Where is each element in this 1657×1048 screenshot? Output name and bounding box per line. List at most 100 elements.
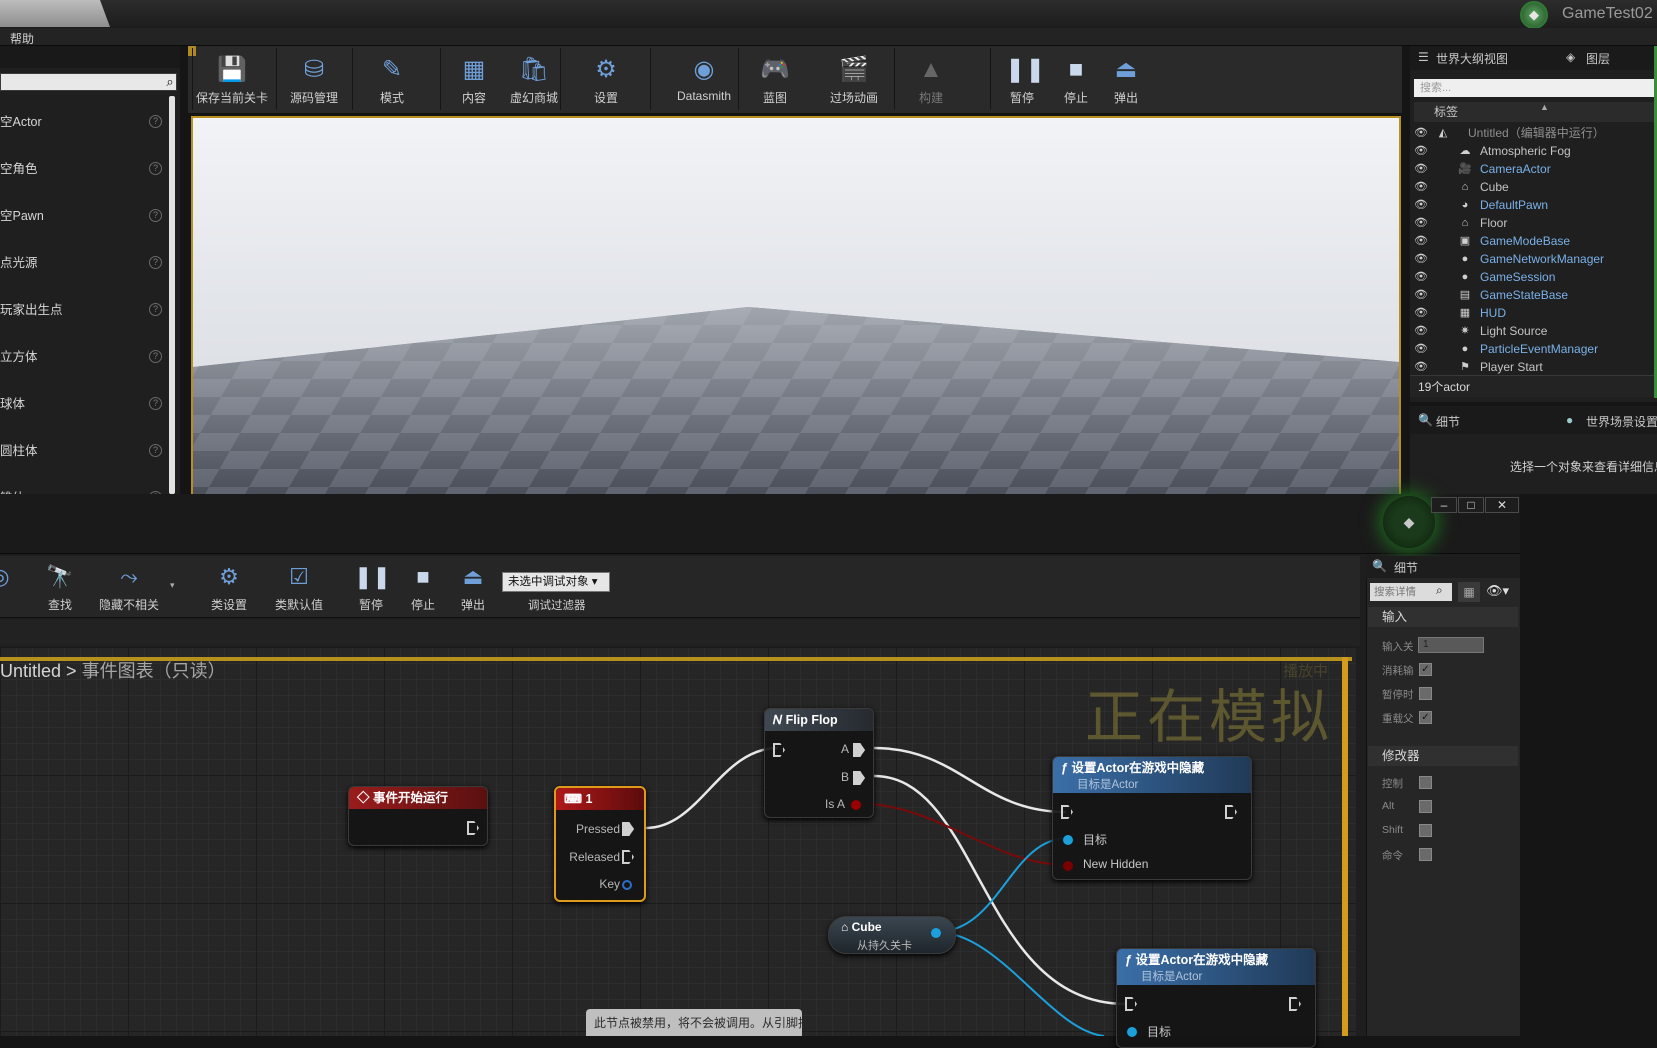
outliner-search-input[interactable]: 搜索... <box>1414 79 1657 97</box>
sort-arrow-icon[interactable]: ▲ <box>1540 102 1549 112</box>
bp-toolbar-button[interactable]: ⏏ 弹出 <box>454 558 492 616</box>
outliner-row[interactable]: 👁 ◕ DefaultPawn <box>1414 196 1657 214</box>
outliner-row[interactable]: 👁 ☁ Atmospheric Fog <box>1414 142 1657 160</box>
outliner-row[interactable]: 👁 ⌂ Floor <box>1414 214 1657 232</box>
toolbar-button[interactable]: 💾 保存当前关卡 <box>196 50 268 110</box>
help-icon[interactable]: ? <box>149 350 162 363</box>
minimize-button[interactable]: – <box>1431 497 1457 513</box>
visibility-eye-icon[interactable]: 👁 <box>1414 304 1428 322</box>
section-modifiers[interactable]: 修改器 <box>1368 746 1518 766</box>
visibility-eye-icon[interactable]: 👁 <box>1414 214 1428 232</box>
property-checkbox[interactable] <box>1419 848 1432 861</box>
outliner-row[interactable]: 👁 ▤ GameStateBase <box>1414 286 1657 304</box>
chevron-down-icon[interactable]: ▾ <box>170 580 175 591</box>
bool-is-a-pin[interactable] <box>851 800 861 810</box>
place-item[interactable]: 空Actor? <box>0 112 166 132</box>
visibility-eye-icon[interactable]: 👁 <box>1414 340 1428 358</box>
section-input[interactable]: 输入 <box>1368 607 1518 627</box>
tab-layers[interactable]: 图层 <box>1586 50 1610 67</box>
place-item[interactable]: 空Pawn? <box>0 206 166 226</box>
visibility-eye-icon[interactable]: 👁 <box>1414 250 1428 268</box>
outliner-row[interactable]: 👁 ● GameSession <box>1414 268 1657 286</box>
exec-in-pin[interactable] <box>1061 805 1073 819</box>
place-item[interactable]: 玩家出生点? <box>0 300 166 320</box>
tab-world-outliner[interactable]: 世界大纲视图 <box>1436 50 1508 67</box>
help-icon[interactable]: ? <box>149 256 162 269</box>
visibility-eye-icon[interactable]: 👁 <box>1414 232 1428 250</box>
help-icon[interactable]: ? <box>149 444 162 457</box>
close-button[interactable]: ✕ <box>1485 497 1519 513</box>
bp-toolbar-button[interactable]: ☑ 类默认值 <box>268 558 330 616</box>
property-checkbox[interactable] <box>1419 687 1432 700</box>
tab-world-settings[interactable]: 世界场景设置 <box>1586 413 1657 430</box>
toolbar-button[interactable]: 🎮 蓝图 <box>752 50 798 110</box>
outliner-row[interactable]: 👁 ▦ HUD <box>1414 304 1657 322</box>
eye-icon[interactable]: 👁▾ <box>1486 583 1509 599</box>
toolbar-button[interactable]: 🎬 过场动画 <box>818 50 890 110</box>
property-checkbox[interactable]: ✓ <box>1419 663 1432 676</box>
exec-out-pin[interactable] <box>467 821 479 835</box>
outliner-row[interactable]: 👁 ⚑ Player Start <box>1414 358 1657 376</box>
help-icon[interactable]: ? <box>149 209 162 222</box>
exec-pressed-pin[interactable] <box>622 822 634 836</box>
visibility-eye-icon[interactable]: 👁 <box>1414 142 1428 160</box>
menu-help[interactable]: 帮助 <box>10 30 34 47</box>
visibility-eye-icon[interactable]: 👁 <box>1414 322 1428 340</box>
visibility-eye-icon[interactable]: 👁 <box>1414 124 1428 142</box>
debug-object-select[interactable]: 未选中调试对象 ▾ <box>502 572 610 592</box>
search-icon[interactable]: ⌕ <box>162 73 178 91</box>
outliner-column-label[interactable]: 标签 <box>1414 102 1657 122</box>
bp-toolbar-button[interactable]: ❚❚ 暂停 <box>352 558 391 616</box>
toolbar-button[interactable]: ■ 停止 <box>1056 50 1096 110</box>
bp-toolbar-button[interactable]: ⚙ 类设置 <box>206 558 252 616</box>
property-checkbox[interactable] <box>1419 800 1432 813</box>
visibility-eye-icon[interactable]: 👁 <box>1414 286 1428 304</box>
bp-toolbar-button[interactable]: 🔭 查找 <box>38 558 82 616</box>
outliner-row[interactable]: 👁 ✷ Light Source <box>1414 322 1657 340</box>
place-item[interactable]: 点光源? <box>0 253 166 273</box>
toolbar-button[interactable]: ◉ Datasmith <box>666 50 742 110</box>
bp-toolbar-button[interactable]: ◎ <box>0 558 18 616</box>
outliner-root-row[interactable]: 👁 ◭ Untitled（编辑器中运行） <box>1414 124 1657 142</box>
outliner-row[interactable]: 👁 ● ParticleEventManager <box>1414 340 1657 358</box>
node-set-actor-hidden[interactable]: ƒ 设置Actor在游戏中隐藏 目标是Actor 目标 New Hidden <box>1052 756 1252 880</box>
tab-details[interactable]: 细节 <box>1436 413 1460 430</box>
search-icon[interactable]: ⌕ <box>1436 583 1443 598</box>
exec-in-pin[interactable] <box>773 743 785 757</box>
exec-b-pin[interactable] <box>853 771 865 785</box>
bp-toolbar-button[interactable]: ■ 停止 <box>404 558 442 616</box>
object-out-pin[interactable] <box>931 928 941 938</box>
help-icon[interactable]: ? <box>149 303 162 316</box>
node-set-actor-hidden-2[interactable]: ƒ 设置Actor在游戏中隐藏 目标是Actor 目标 <box>1116 948 1316 1048</box>
toolbar-button[interactable]: ▦ 内容 <box>451 50 497 110</box>
exec-out-pin[interactable] <box>1289 997 1301 1011</box>
place-item[interactable]: 空角色? <box>0 159 166 179</box>
outliner-row[interactable]: 👁 ● GameNetworkManager <box>1414 250 1657 268</box>
exec-out-pin[interactable] <box>1225 805 1237 819</box>
level-tab[interactable] <box>0 0 110 27</box>
help-icon[interactable]: ? <box>149 115 162 128</box>
visibility-eye-icon[interactable]: 👁 <box>1414 268 1428 286</box>
visibility-eye-icon[interactable]: 👁 <box>1414 196 1428 214</box>
exec-released-pin[interactable] <box>622 850 634 864</box>
node-event-begin-play[interactable]: ◇ 事件开始运行 <box>348 786 488 846</box>
help-icon[interactable]: ? <box>149 162 162 175</box>
place-item[interactable]: 球体? <box>0 394 166 414</box>
place-item[interactable]: 圆柱体? <box>0 441 166 461</box>
node-key-1[interactable]: ⌨ 1 Pressed Released Key <box>554 786 646 902</box>
toolbar-button[interactable]: ⏏ 弹出 <box>1106 50 1146 110</box>
property-checkbox[interactable]: ✓ <box>1419 711 1432 724</box>
bp-toolbar-button[interactable]: ⤳ 隐藏不相关 <box>94 558 164 616</box>
grid-view-icon[interactable]: ▦ <box>1458 582 1480 602</box>
toolbar-button[interactable]: ⚙ 设置 <box>580 50 632 110</box>
target-pin[interactable] <box>1063 835 1073 845</box>
visibility-eye-icon[interactable]: 👁 <box>1414 160 1428 178</box>
exec-a-pin[interactable] <box>853 743 865 757</box>
maximize-button[interactable]: □ <box>1458 497 1484 513</box>
toolbar-button[interactable]: ❚❚ 暂停 <box>1002 50 1045 110</box>
toolbar-button[interactable]: ⛁ 源码管理 <box>278 50 350 110</box>
key-struct-pin[interactable] <box>622 880 632 890</box>
toolbar-button[interactable]: ▲ 构建 <box>908 50 954 110</box>
tab-bp-details[interactable]: 细节 <box>1394 559 1418 576</box>
node-cube-reference[interactable]: ⌂ Cube 从持久关卡 <box>828 916 956 954</box>
